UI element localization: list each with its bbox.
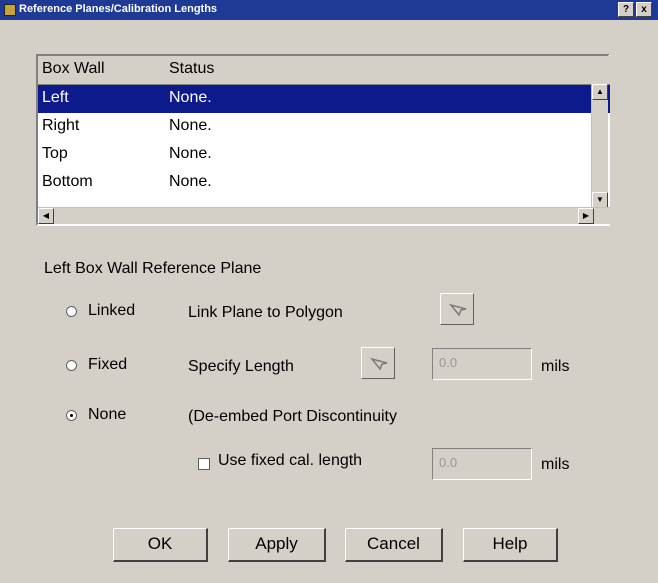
window-title: Reference Planes/Calibration Lengths <box>19 3 218 15</box>
cancel-button[interactable]: Cancel <box>345 528 443 562</box>
scroll-up-arrow-icon[interactable]: ▲ <box>592 84 608 100</box>
link-plane-description: Link Plane to Polygon <box>188 304 343 321</box>
list-row-bottom[interactable]: Bottom None. <box>38 169 610 197</box>
ok-button[interactable]: OK <box>113 528 208 562</box>
link-polygon-pick-button[interactable] <box>440 293 474 325</box>
fixed-label[interactable]: Fixed <box>88 356 127 374</box>
none-radio[interactable] <box>66 410 77 421</box>
help-button[interactable]: Help <box>463 528 558 562</box>
column-header-box-wall[interactable]: Box Wall <box>42 60 105 78</box>
horizontal-scrollbar[interactable]: ◀ ▶ <box>38 207 610 224</box>
status-cell: None. <box>169 145 212 162</box>
scroll-down-arrow-icon[interactable]: ▼ <box>592 192 608 208</box>
de-embed-description: (De-embed Port Discontinuity <box>188 408 397 425</box>
wall-cell: Top <box>42 145 68 162</box>
status-cell: None. <box>169 89 212 106</box>
wall-cell: Left <box>42 89 69 106</box>
wall-cell: Bottom <box>42 173 93 190</box>
list-header: Box Wall Status <box>38 56 610 85</box>
app-icon <box>4 4 16 16</box>
status-cell: None. <box>169 117 212 134</box>
scroll-right-arrow-icon[interactable]: ▶ <box>578 208 594 224</box>
vertical-scrollbar[interactable]: ▲ ▼ <box>591 84 608 208</box>
linked-label[interactable]: Linked <box>88 302 135 320</box>
list-row-left[interactable]: Left None. <box>38 85 610 113</box>
box-wall-list[interactable]: Box Wall Status Left None. Right None. T… <box>36 54 610 226</box>
wall-cell: Right <box>42 117 80 134</box>
linked-radio[interactable] <box>66 306 77 317</box>
specify-length-description: Specify Length <box>188 358 294 375</box>
status-cell: None. <box>169 173 212 190</box>
fixed-length-field[interactable]: 0.0 <box>432 348 532 380</box>
cal-length-field[interactable]: 0.0 <box>432 448 532 480</box>
section-title: Left Box Wall Reference Plane <box>44 260 262 277</box>
pointer-arrow-icon <box>369 357 388 371</box>
use-fixed-cal-label[interactable]: Use fixed cal. length <box>218 452 362 470</box>
fixed-length-unit: mils <box>541 358 570 375</box>
list-row-right[interactable]: Right None. <box>38 113 610 141</box>
pointer-arrow-icon <box>448 303 467 317</box>
specify-length-pick-button[interactable] <box>361 347 395 379</box>
close-button[interactable]: x <box>636 2 652 17</box>
use-fixed-cal-checkbox[interactable] <box>198 458 210 470</box>
help-title-button[interactable]: ? <box>618 2 634 17</box>
fixed-radio[interactable] <box>66 360 77 371</box>
apply-button[interactable]: Apply <box>228 528 326 562</box>
title-bar: Reference Planes/Calibration Lengths ? x <box>0 0 658 20</box>
column-header-status[interactable]: Status <box>169 60 214 78</box>
list-row-top[interactable]: Top None. <box>38 141 610 169</box>
none-label[interactable]: None <box>88 406 126 424</box>
cal-length-unit: mils <box>541 456 570 473</box>
scroll-left-arrow-icon[interactable]: ◀ <box>38 208 54 224</box>
